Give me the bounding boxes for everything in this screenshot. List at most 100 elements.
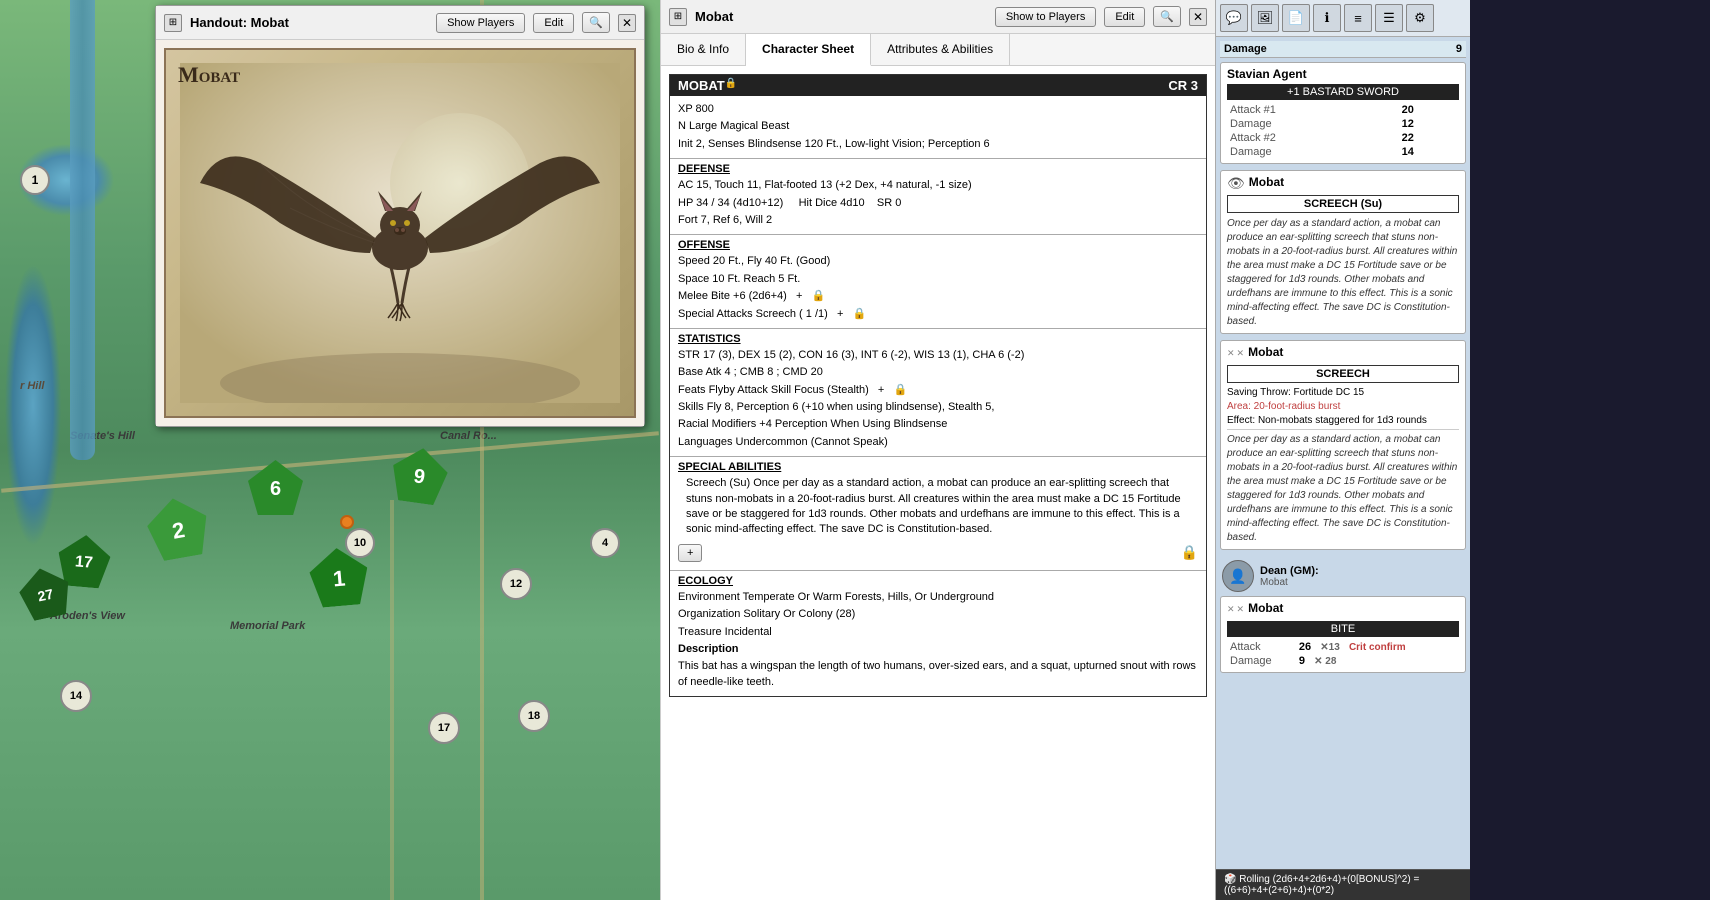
search-handout-button[interactable]: 🔍 [582,12,610,33]
x-icon-2[interactable]: ✕ [1237,348,1245,359]
info-icon-btn[interactable]: ℹ [1313,4,1341,32]
dice-token-2[interactable]: 2 [143,493,213,563]
show-to-players-button[interactable]: Show to Players [995,7,1096,27]
search-sheet-button[interactable]: 🔍 [1153,6,1181,27]
map-label-r-hill: r Hill [20,380,44,392]
circle-token-4[interactable]: 4 [590,528,620,558]
organization-row: Organization Solitary Or Colony (28) [678,607,1198,622]
statistics-title: STATISTICS [678,333,1198,345]
special-ability-controls: + 🔒 [678,540,1198,566]
screech-short-card: ✕ ✕ Mobat SCREECH Saving Throw: Fortitud… [1220,340,1466,550]
statistics-section: STATISTICS STR 17 (3), DEX 15 (2), CON 1… [670,328,1206,456]
attack2-label: Attack #2 [1227,131,1399,145]
close-handout-button[interactable]: ✕ [618,14,636,32]
screech-ability: Screech (Su) Once per day as a standard … [678,476,1198,538]
screech-effect: Effect: Non-mobats staggered for 1d3 rou… [1227,415,1459,426]
gm-sub: Mobat [1260,577,1319,588]
damage-value: 9 [1456,43,1462,55]
bite-attack-label: Attack [1227,640,1296,654]
sheet-header: ⊞ Mobat Show to Players Edit 🔍 ✕ [661,0,1215,34]
orange-marker[interactable] [340,515,354,529]
menu-icon-btn[interactable]: ☰ [1375,4,1403,32]
sheet-content[interactable]: MOBAT 🔒 CR 3 XP 800 N Large Magical Beas… [661,66,1215,900]
edit-sheet-button[interactable]: Edit [1104,7,1145,27]
bite-x-icon-1[interactable]: ✕ [1227,604,1235,615]
screech-short-text: Once per day as a standard action, a mob… [1227,433,1459,545]
screech-saving-throw: Saving Throw: Fortitude DC 15 [1227,387,1459,398]
attack1-row: Attack #1 20 [1227,103,1459,117]
ecology-title: ECOLOGY [678,575,1198,587]
close-sheet-button[interactable]: ✕ [1189,8,1207,26]
treasure-row: Treasure Incidental [678,625,1198,640]
tab-character-sheet[interactable]: Character Sheet [746,34,871,66]
attack1-value: 20 [1399,103,1459,117]
dice-roll-bar: 🎲 Rolling (2d6+4+2d6+4)+(0[BONUS]^2) = (… [1216,869,1470,900]
chat-icon-btn[interactable]: 💬 [1220,4,1248,32]
bite-card: ✕ ✕ Mobat BITE Attack 26 ✕13 Crit confir… [1220,596,1466,673]
circle-token-14[interactable]: 14 [60,680,92,712]
sheet-panel-icon[interactable]: ⊞ [669,8,687,26]
sheet-title: Mobat [695,9,987,24]
handout-panel: ⊞ Handout: Mobat Show Players Edit 🔍 ✕ M… [155,5,645,427]
defense-title: DEFENSE [678,163,1198,175]
right-toolbar: 💬 🖼 📄 ℹ ≡ ☰ ⚙ [1216,0,1470,37]
character-sheet: ⊞ Mobat Show to Players Edit 🔍 ✕ Bio & I… [660,0,1215,900]
handout-image-title: Mobat [178,62,240,88]
racial-row: Racial Modifiers +4 Perception When Usin… [678,417,1198,432]
show-players-button[interactable]: Show Players [436,13,525,33]
map-label-memorial-park: Memorial Park [230,620,305,632]
bite-title: BITE [1227,621,1459,637]
xp-row: XP 800 [678,102,1198,117]
settings-icon-btn[interactable]: ⚙ [1406,4,1434,32]
tab-bio-info[interactable]: Bio & Info [661,34,746,65]
base-atk-row: Base Atk 4 ; CMB 8 ; CMD 20 [678,365,1198,380]
x-icon-1[interactable]: ✕ [1227,348,1235,359]
lock-ability-icon[interactable]: 🔒 [1181,544,1198,562]
eye-icon[interactable]: 👁 [1227,175,1245,192]
stavian-sword-title: +1 BASTARD SWORD [1227,84,1459,100]
add-ability-button[interactable]: + [678,544,702,562]
feats-row: Feats Flyby Attack Skill Focus (Stealth)… [678,383,1198,398]
special-attacks-row: Special Attacks Screech ( 1 /1) + 🔒 [678,307,1198,322]
handout-panel-icon[interactable]: ⊞ [164,14,182,32]
special-abilities-title: SPECIAL ABILITIES [678,461,1198,473]
screech-long-title: SCREECH (Su) [1227,195,1459,213]
stat-block: MOBAT 🔒 CR 3 XP 800 N Large Magical Beas… [669,74,1207,697]
map-area[interactable]: r Hill Senate's Hill Canal Ro... Aroden'… [0,0,660,900]
offense-title: OFFENSE [678,239,1198,251]
description-title: Description [678,642,1198,657]
speed-row: Speed 20 Ft., Fly 40 Ft. (Good) [678,254,1198,269]
init-senses-row: Init 2, Senses Blindsense 120 Ft., Low-l… [678,137,1198,152]
bite-attack-x: ✕13 [1320,642,1340,653]
gm-row: 👤 Dean (GM): Mobat [1220,556,1466,596]
stavian-rolls-table: Attack #1 20 Damage 12 Attack #2 22 Dama… [1227,103,1459,159]
damage2-value: 14 [1399,145,1459,159]
screech-separator [1227,429,1459,430]
doc-icon-btn[interactable]: 📄 [1282,4,1310,32]
bite-attack-value: 26 ✕13 Crit confirm [1296,640,1459,654]
attack2-value: 22 [1399,131,1459,145]
circle-token-1[interactable]: 1 [20,165,50,195]
map-label-canal: Canal Ro... [440,430,497,442]
circle-token-17b[interactable]: 17 [428,712,460,744]
tab-attributes[interactable]: Attributes & Abilities [871,34,1010,65]
right-panel-content[interactable]: Damage 9 Stavian Agent +1 BASTARD SWORD … [1216,37,1470,869]
bite-damage-x: ✕ 28 [1314,656,1336,667]
circle-token-10[interactable]: 10 [345,528,375,558]
basic-info-section: XP 800 N Large Magical Beast Init 2, Sen… [670,96,1206,158]
edit-handout-button[interactable]: Edit [533,13,574,33]
creature-cr: CR 3 [1168,78,1198,93]
saves-row: Fort 7, Ref 6, Will 2 [678,213,1198,228]
circle-token-12[interactable]: 12 [500,568,532,600]
bite-damage-label: Damage [1227,654,1296,668]
dice-roll-text: 🎲 Rolling (2d6+4+2d6+4)+(0[BONUS]^2) = (… [1224,874,1419,896]
description-text: This bat has a wingspan the length of tw… [678,659,1198,690]
attack2-row: Attack #2 22 [1227,131,1459,145]
attack1-label: Attack #1 [1227,103,1399,117]
environment-row: Environment Temperate Or Warm Forests, H… [678,590,1198,605]
bite-x-icon-2[interactable]: ✕ [1237,604,1245,615]
circle-token-18[interactable]: 18 [518,700,550,732]
image-icon-btn[interactable]: 🖼 [1251,4,1279,32]
list-icon-btn[interactable]: ≡ [1344,4,1372,32]
bite-damage-value: 9 ✕ 28 [1296,654,1459,668]
